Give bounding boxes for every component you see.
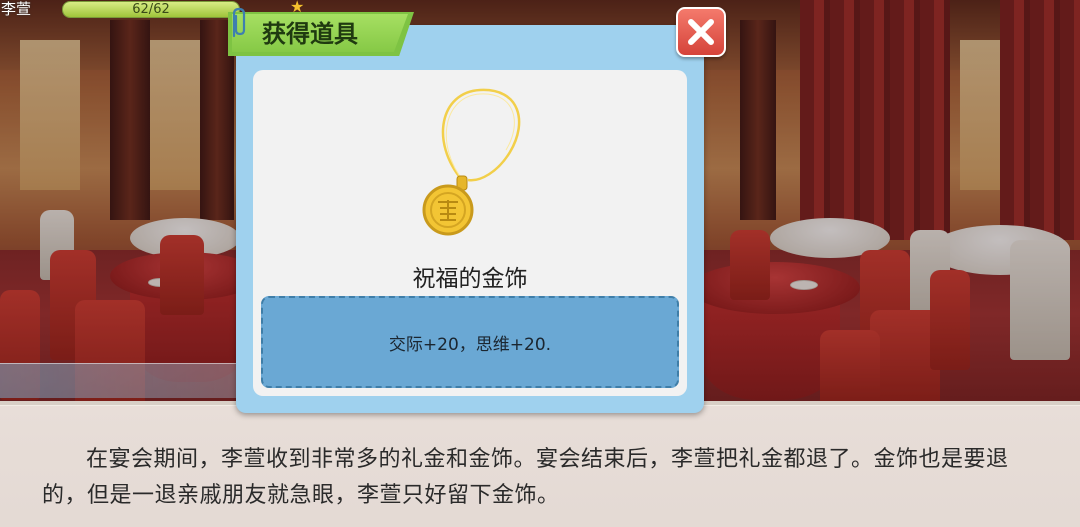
close-icon bbox=[688, 19, 714, 45]
paperclip-icon bbox=[232, 7, 246, 38]
stamina-value: 62/62 bbox=[132, 2, 170, 17]
popup-title: 获得道具 bbox=[262, 20, 358, 48]
item-name: 祝福的金饰 bbox=[412, 266, 528, 292]
gold-necklace-icon bbox=[422, 88, 521, 236]
item-effect-box: 交际+20，思维+20. bbox=[261, 296, 679, 388]
item-effect-text: 交际+20，思维+20. bbox=[388, 334, 552, 355]
side-strip bbox=[0, 363, 240, 398]
dialogue-text: 在宴会期间，李萱收到非常多的礼金和金饰。宴会结束后，李萱把礼金都退了。金饰也是要… bbox=[42, 447, 1009, 508]
stamina-bar: 62/62 bbox=[62, 1, 240, 18]
close-button[interactable] bbox=[676, 7, 726, 57]
character-name: 李萱 bbox=[1, 0, 32, 18]
